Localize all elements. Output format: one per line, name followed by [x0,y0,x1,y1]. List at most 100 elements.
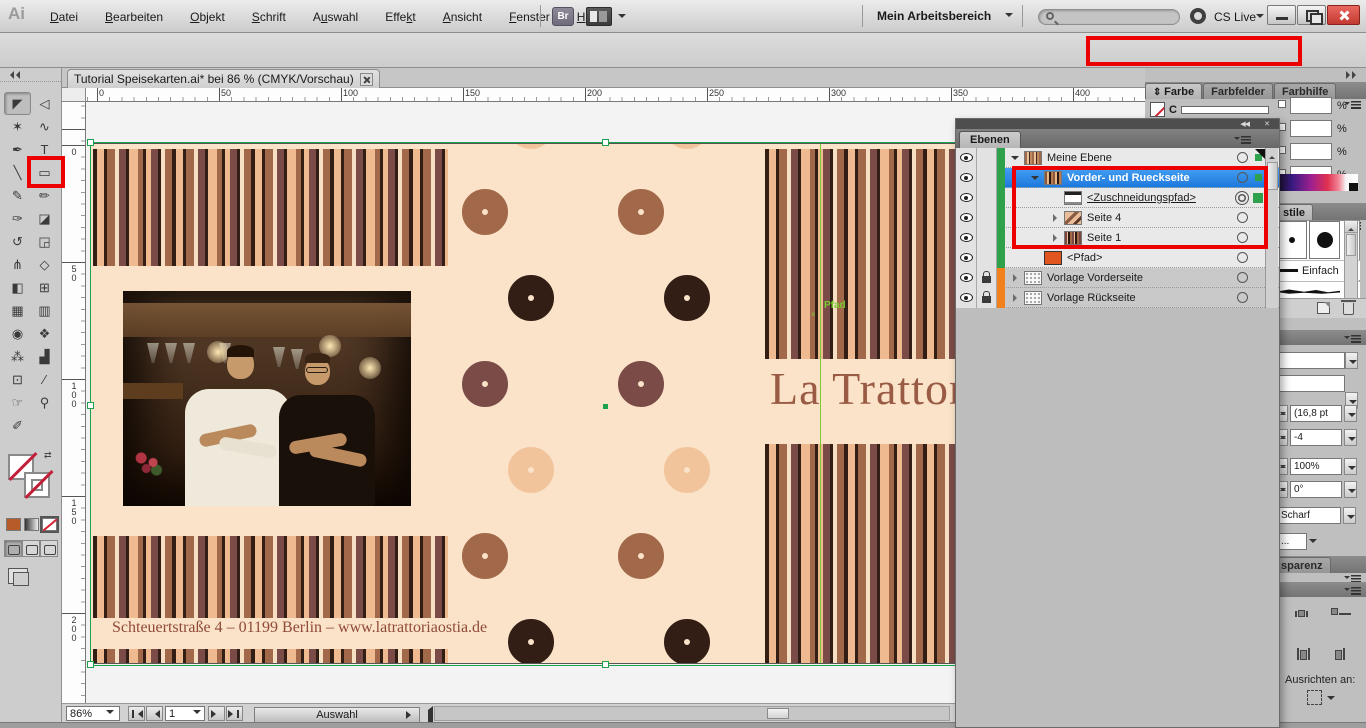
path-line[interactable] [820,144,821,664]
menu-item[interactable]: Schrift [252,10,286,24]
layer-row[interactable]: <Pfad> [956,248,1279,268]
scroll-thumb[interactable] [1346,234,1356,256]
search-input[interactable] [1038,9,1180,25]
hand-tool[interactable]: ☞ [4,391,31,414]
target-circle-icon[interactable] [1233,232,1251,243]
tab-stile[interactable]: stile [1275,204,1313,220]
pattern-square[interactable] [462,533,508,579]
align-to-artboard-icon[interactable] [1307,690,1322,705]
line-segment-tool[interactable]: ╲ [4,161,31,184]
layer-name[interactable]: Vorlage Vorderseite [1047,272,1143,284]
arrange-documents-button[interactable] [586,7,612,26]
menu-item[interactable]: Bearbeiten [105,10,163,24]
last-artboard-button[interactable] [226,706,243,721]
layer-name[interactable]: Vorlage Rückseite [1047,292,1136,304]
visibility-toggle[interactable] [956,168,977,188]
pattern-square[interactable] [508,275,554,321]
scroll-left-icon[interactable] [424,710,431,722]
artboard-tool[interactable]: ⊡ [4,368,31,391]
panel-menu-icon[interactable] [1343,584,1363,597]
lock-toggle[interactable] [977,148,997,168]
dropdown-button[interactable] [1345,352,1358,369]
shape-builder-tool[interactable]: ◧ [4,276,31,299]
layer-thumbnail[interactable] [1044,251,1062,265]
stripe-block-top-left[interactable] [93,149,448,266]
align-vertical-bottom-icon[interactable] [1331,608,1351,615]
yellow-field[interactable] [1290,143,1332,160]
width-tool[interactable]: ⋔ [4,253,31,276]
tab-transparenz[interactable]: sparenz [1273,557,1331,573]
chevron-down-icon[interactable] [1005,13,1013,21]
rotate-tool[interactable]: ↺ [4,230,31,253]
font-size-dropdown[interactable] [1344,405,1357,422]
scroll-up-icon[interactable] [1345,221,1357,233]
layer-row[interactable]: Vorder- und Rueckseite [956,168,1279,188]
lock-toggle[interactable] [977,288,997,308]
expand-triangle-icon[interactable] [1010,268,1022,288]
horizontal-ruler[interactable]: 050100150200250300350400 [86,88,1145,102]
pattern-square[interactable] [508,619,554,664]
graph-tool[interactable]: ▟ [31,345,58,368]
eraser-tool[interactable]: ◪ [31,207,58,230]
stroke-swatch[interactable] [24,472,50,498]
pattern-square[interactable] [462,189,508,235]
expand-triangle-icon[interactable] [1010,148,1022,168]
restore-button[interactable] [1297,5,1326,25]
rotation-field[interactable]: 0° [1290,481,1342,498]
menu-item[interactable]: Fenster [509,10,550,24]
draw-inside-button[interactable] [40,540,58,557]
layer-thumbnail[interactable] [1044,171,1062,185]
layers-panel-titlebar[interactable]: ◀◀ ✕ [956,119,1279,129]
workspace-switcher[interactable]: Mein Arbeitsbereich [877,9,991,23]
layer-thumbnail[interactable] [1024,291,1042,305]
eyedropper-tool[interactable]: ◉ [4,322,31,345]
tab-farbfelder[interactable]: Farbfelder [1203,83,1273,99]
previous-artboard-button[interactable] [146,706,163,721]
chevron-down-icon[interactable] [1327,696,1335,704]
pattern-square[interactable] [618,533,664,579]
layer-thumbnail[interactable] [1064,191,1082,205]
mesh-tool[interactable]: ▦ [4,299,31,322]
menu-item[interactable]: Effekt [385,10,415,24]
photo-two-men[interactable] [123,291,411,506]
minimize-button[interactable] [1267,5,1296,25]
chevron-down-icon[interactable] [1309,539,1317,547]
first-artboard-button[interactable] [128,706,145,721]
chevron-down-icon[interactable] [618,14,626,22]
layer-name[interactable]: Seite 1 [1087,232,1121,244]
lock-toggle[interactable] [977,168,997,188]
lock-toggle[interactable] [977,248,997,268]
expand-triangle-icon[interactable] [1030,168,1042,188]
lock-toggle[interactable] [977,208,997,228]
target-circle-icon[interactable] [1233,252,1251,263]
direct-selection-tool[interactable]: ◁ [31,92,58,115]
gradient-tool[interactable]: ▥ [31,299,58,322]
pattern-square[interactable] [618,361,664,407]
layer-row[interactable]: Meine Ebene [956,148,1279,168]
dropdown-field[interactable] [1275,352,1345,369]
more-field[interactable]: ... [1277,533,1307,550]
pattern-square[interactable] [664,275,710,321]
vertical-ruler[interactable]: 050100150200 [62,102,86,703]
align-horizontal-center-icon[interactable] [1295,610,1308,617]
layers-scrollbar[interactable] [1265,148,1278,308]
layer-row[interactable]: Seite 1 [956,228,1279,248]
h-scale-dropdown[interactable] [1344,458,1357,475]
pattern-square[interactable] [664,447,710,493]
card-address-text[interactable]: Schteuertstraße 4 – 01199 Berlin – www.l… [112,619,487,637]
tab-ebenen[interactable]: Ebenen [959,131,1021,148]
layer-thumbnail[interactable] [1024,271,1042,285]
gradient-button[interactable] [24,518,39,531]
draw-normal-button[interactable] [4,540,22,557]
swap-fill-stroke-icon[interactable]: ⇄ [44,450,56,460]
color-fill-swatch[interactable] [1150,102,1165,117]
card-title-text[interactable]: La Trattori [770,362,979,415]
lock-toggle[interactable] [977,188,997,208]
tracking-dropdown[interactable] [1344,429,1357,446]
artboard-number-field[interactable]: 1 [165,706,205,721]
visibility-toggle[interactable] [956,248,977,268]
brush-dot-large[interactable] [1309,221,1340,259]
screen-mode-button[interactable] [8,568,28,584]
zoom-level-field[interactable]: 86% [66,706,120,721]
target-circle-icon[interactable] [1233,172,1251,183]
